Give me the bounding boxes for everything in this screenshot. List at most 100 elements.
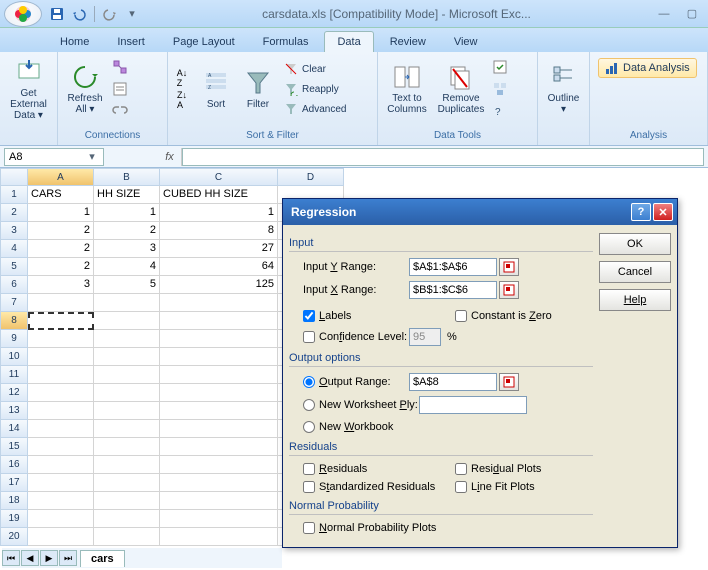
column-header[interactable]: C xyxy=(160,168,278,186)
formula-bar[interactable] xyxy=(182,148,704,166)
tab-page-layout[interactable]: Page Layout xyxy=(161,32,247,52)
properties-button[interactable] xyxy=(110,79,130,99)
cell[interactable]: 125 xyxy=(160,276,278,294)
x-range-ref-button[interactable] xyxy=(499,281,519,299)
row-header[interactable]: 11 xyxy=(0,366,28,384)
ok-button[interactable]: OK xyxy=(599,233,671,255)
tab-home[interactable]: Home xyxy=(48,32,101,52)
cell[interactable] xyxy=(160,294,278,312)
row-header[interactable]: 2 xyxy=(0,204,28,222)
save-icon[interactable] xyxy=(48,5,66,23)
y-range-input[interactable] xyxy=(409,258,497,276)
qat-customize-icon[interactable]: ▾ xyxy=(123,5,141,23)
cell[interactable]: 2 xyxy=(28,258,94,276)
data-validation-button[interactable] xyxy=(490,57,510,77)
cell[interactable] xyxy=(28,348,94,366)
cell[interactable]: 5 xyxy=(94,276,160,294)
cell[interactable] xyxy=(28,528,94,546)
cell[interactable] xyxy=(28,402,94,420)
text-to-columns-button[interactable]: Text to Columns xyxy=(382,56,432,122)
name-box[interactable]: A8▾ xyxy=(4,148,104,166)
new-worksheet-radio[interactable]: New Worksheet Ply: xyxy=(289,395,419,415)
remove-duplicates-button[interactable]: Remove Duplicates xyxy=(434,56,488,122)
cell[interactable] xyxy=(160,402,278,420)
first-sheet-button[interactable]: ⏮ xyxy=(2,550,20,566)
residual-plots-checkbox[interactable]: Residual Plots xyxy=(441,460,593,478)
connections-button[interactable] xyxy=(110,57,130,77)
dialog-help-icon[interactable]: ? xyxy=(631,203,651,221)
column-header[interactable]: D xyxy=(278,168,344,186)
cell[interactable]: 8 xyxy=(160,222,278,240)
normal-prob-plots-checkbox[interactable]: Normal Probability Plots xyxy=(289,519,593,537)
y-range-ref-button[interactable] xyxy=(499,258,519,276)
output-range-input[interactable] xyxy=(409,373,497,391)
cell[interactable] xyxy=(28,456,94,474)
row-header[interactable]: 18 xyxy=(0,492,28,510)
cell[interactable]: 2 xyxy=(94,222,160,240)
cell[interactable] xyxy=(160,528,278,546)
cell[interactable]: 3 xyxy=(94,240,160,258)
cell[interactable] xyxy=(94,528,160,546)
cell[interactable]: 64 xyxy=(160,258,278,276)
cell[interactable] xyxy=(28,510,94,528)
residuals-checkbox[interactable]: Residuals xyxy=(289,460,441,478)
row-header[interactable]: 20 xyxy=(0,528,28,546)
row-header[interactable]: 8 xyxy=(0,312,28,330)
tab-insert[interactable]: Insert xyxy=(105,32,157,52)
cell[interactable] xyxy=(94,366,160,384)
cell[interactable]: 1 xyxy=(160,204,278,222)
cell[interactable]: 4 xyxy=(94,258,160,276)
cell[interactable] xyxy=(94,384,160,402)
cell[interactable] xyxy=(160,456,278,474)
constant-zero-checkbox[interactable]: Constant is Zero xyxy=(441,307,593,325)
cell[interactable] xyxy=(160,312,278,330)
cell[interactable] xyxy=(160,492,278,510)
tab-formulas[interactable]: Formulas xyxy=(251,32,321,52)
cell[interactable] xyxy=(28,474,94,492)
sort-button[interactable]: AZ Sort xyxy=(196,56,236,122)
sort-asc-button[interactable]: A↓Z xyxy=(172,68,192,88)
cell[interactable] xyxy=(94,492,160,510)
next-sheet-button[interactable]: ▶ xyxy=(40,550,58,566)
row-header[interactable]: 12 xyxy=(0,384,28,402)
cell[interactable]: 1 xyxy=(94,204,160,222)
cell[interactable] xyxy=(94,330,160,348)
sort-desc-button[interactable]: Z↓A xyxy=(172,90,192,110)
cell[interactable]: HH SIZE xyxy=(94,186,160,204)
minimize-button[interactable]: — xyxy=(652,6,676,22)
restore-button[interactable]: ▢ xyxy=(680,6,704,22)
cell[interactable] xyxy=(28,330,94,348)
row-header[interactable]: 15 xyxy=(0,438,28,456)
active-cell[interactable] xyxy=(28,312,94,330)
cell[interactable] xyxy=(94,348,160,366)
chevron-down-icon[interactable]: ▾ xyxy=(85,150,99,163)
cell[interactable]: 2 xyxy=(28,240,94,258)
cell[interactable] xyxy=(160,366,278,384)
cell[interactable] xyxy=(160,510,278,528)
cell[interactable] xyxy=(94,438,160,456)
cell[interactable] xyxy=(94,456,160,474)
cell[interactable]: 2 xyxy=(28,222,94,240)
confidence-checkbox[interactable]: Confidence Level: xyxy=(289,328,409,346)
cell[interactable]: 3 xyxy=(28,276,94,294)
cell[interactable] xyxy=(94,510,160,528)
edit-links-button[interactable] xyxy=(110,101,130,121)
sheet-tab[interactable]: cars xyxy=(80,550,125,567)
cell[interactable] xyxy=(94,402,160,420)
whatif-button[interactable]: ? xyxy=(490,101,510,121)
refresh-all-button[interactable]: Refresh All ▾ xyxy=(62,56,108,122)
get-external-data-button[interactable]: Get External Data ▾ xyxy=(4,56,53,122)
column-header[interactable]: A xyxy=(28,168,94,186)
cell[interactable]: 1 xyxy=(28,204,94,222)
undo-icon[interactable] xyxy=(70,5,88,23)
row-header[interactable]: 9 xyxy=(0,330,28,348)
tab-review[interactable]: Review xyxy=(378,32,438,52)
cell[interactable] xyxy=(160,420,278,438)
cell[interactable] xyxy=(94,294,160,312)
prev-sheet-button[interactable]: ◀ xyxy=(21,550,39,566)
row-header[interactable]: 4 xyxy=(0,240,28,258)
cell[interactable]: 27 xyxy=(160,240,278,258)
row-header[interactable]: 1 xyxy=(0,186,28,204)
new-workbook-radio[interactable]: New Workbook xyxy=(289,417,593,437)
row-header[interactable]: 17 xyxy=(0,474,28,492)
